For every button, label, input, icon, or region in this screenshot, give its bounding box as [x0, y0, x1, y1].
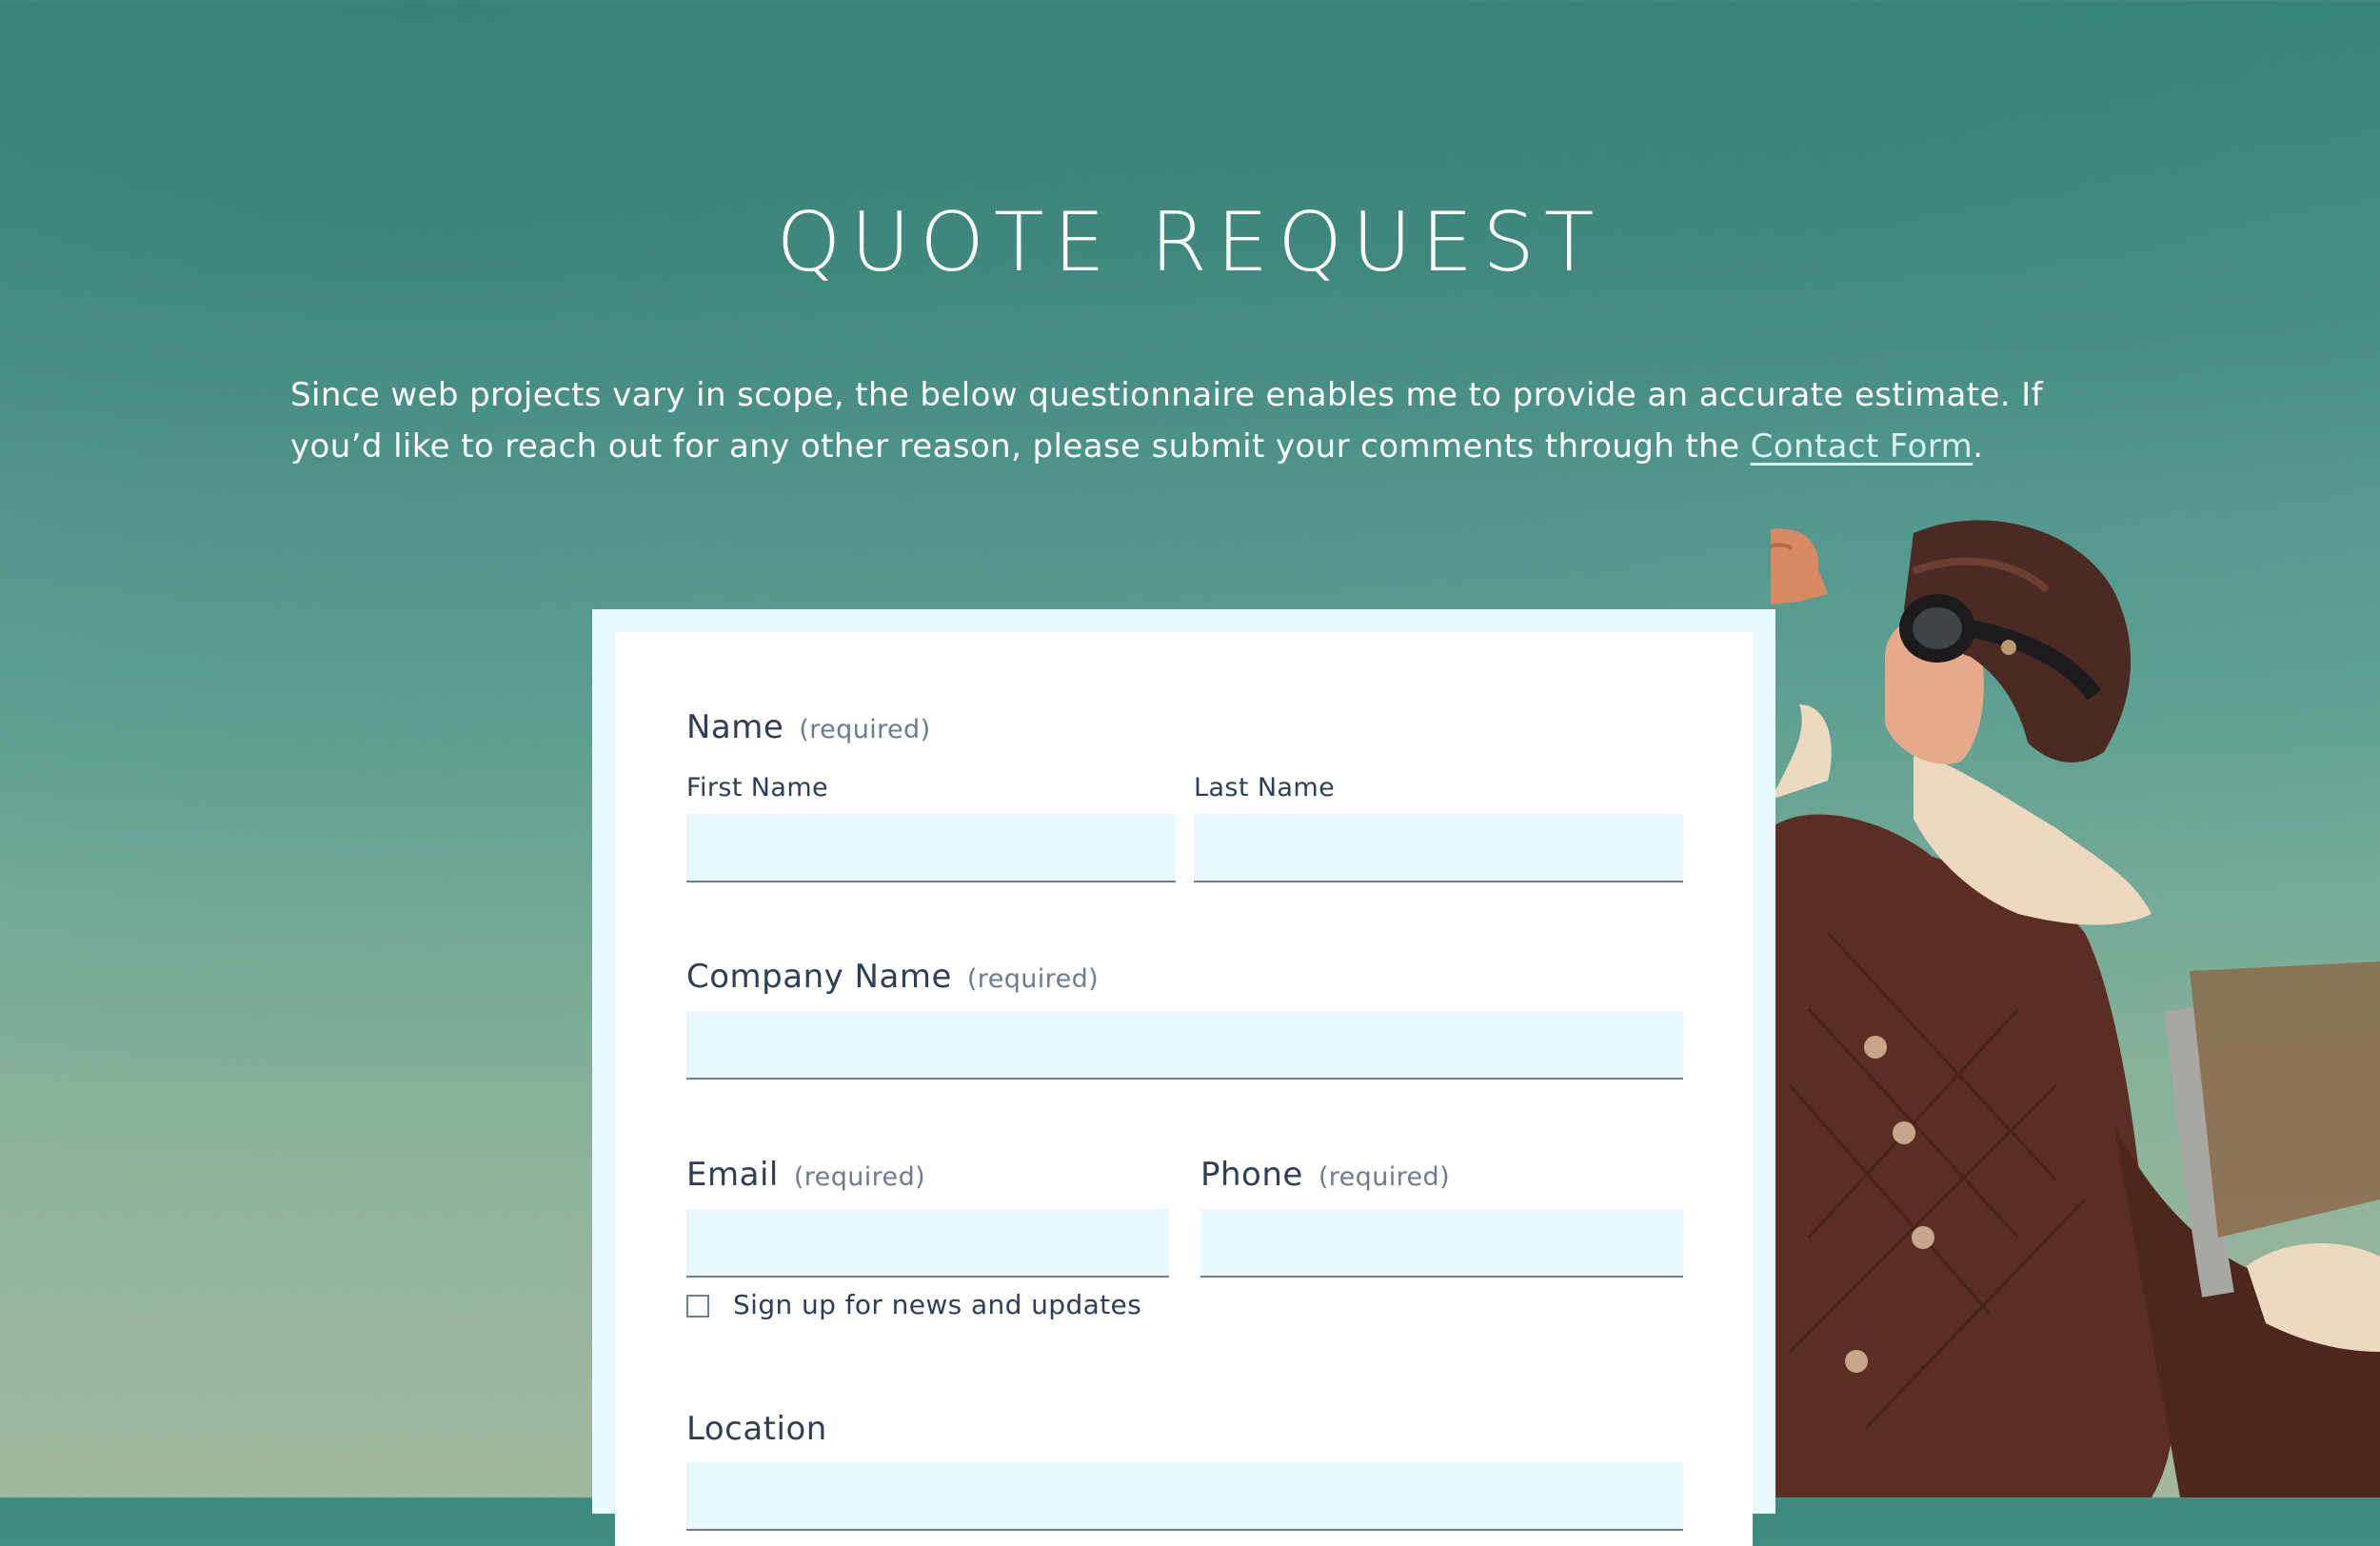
email-required-note: (required) [793, 1162, 926, 1192]
company-field-title: Company Name (required) [686, 958, 1099, 996]
intro-paragraph: Since web projects vary in scope, the be… [290, 369, 2090, 472]
company-name-input[interactable] [686, 1011, 1683, 1080]
quote-form-frame: Name (required) First Name Last Name Comp… [592, 609, 1775, 1546]
phone-required-note: (required) [1318, 1162, 1451, 1192]
company-label: Company Name [686, 958, 952, 996]
location-input[interactable] [686, 1462, 1683, 1531]
first-name-label: First Name [686, 773, 829, 803]
email-label: Email [686, 1156, 779, 1194]
first-name-input[interactable] [686, 814, 1176, 882]
name-field-title: Name (required) [686, 708, 931, 746]
contact-form-link[interactable]: Contact Form [1751, 427, 1973, 466]
name-label: Name [686, 708, 784, 746]
name-required-note: (required) [799, 715, 931, 744]
last-name-input[interactable] [1194, 814, 1683, 882]
newsletter-label: Sign up for news and updates [733, 1289, 1142, 1320]
phone-input[interactable] [1200, 1209, 1683, 1278]
email-field-title: Email (required) [686, 1156, 925, 1194]
company-required-note: (required) [966, 964, 1100, 994]
intro-end: . [1973, 427, 1984, 466]
phone-field-title: Phone (required) [1200, 1156, 1450, 1194]
last-name-label: Last Name [1194, 773, 1336, 803]
page-title: QUOTE REQUEST [776, 195, 1604, 290]
location-field-title: Location [686, 1410, 827, 1448]
newsletter-checkbox[interactable] [686, 1295, 709, 1318]
phone-label: Phone [1200, 1156, 1303, 1194]
quote-form: Name (required) First Name Last Name Comp… [615, 632, 1753, 1546]
location-label: Location [686, 1410, 827, 1448]
email-input[interactable] [686, 1209, 1169, 1278]
pilot-kid-illustration [1771, 520, 2380, 1497]
